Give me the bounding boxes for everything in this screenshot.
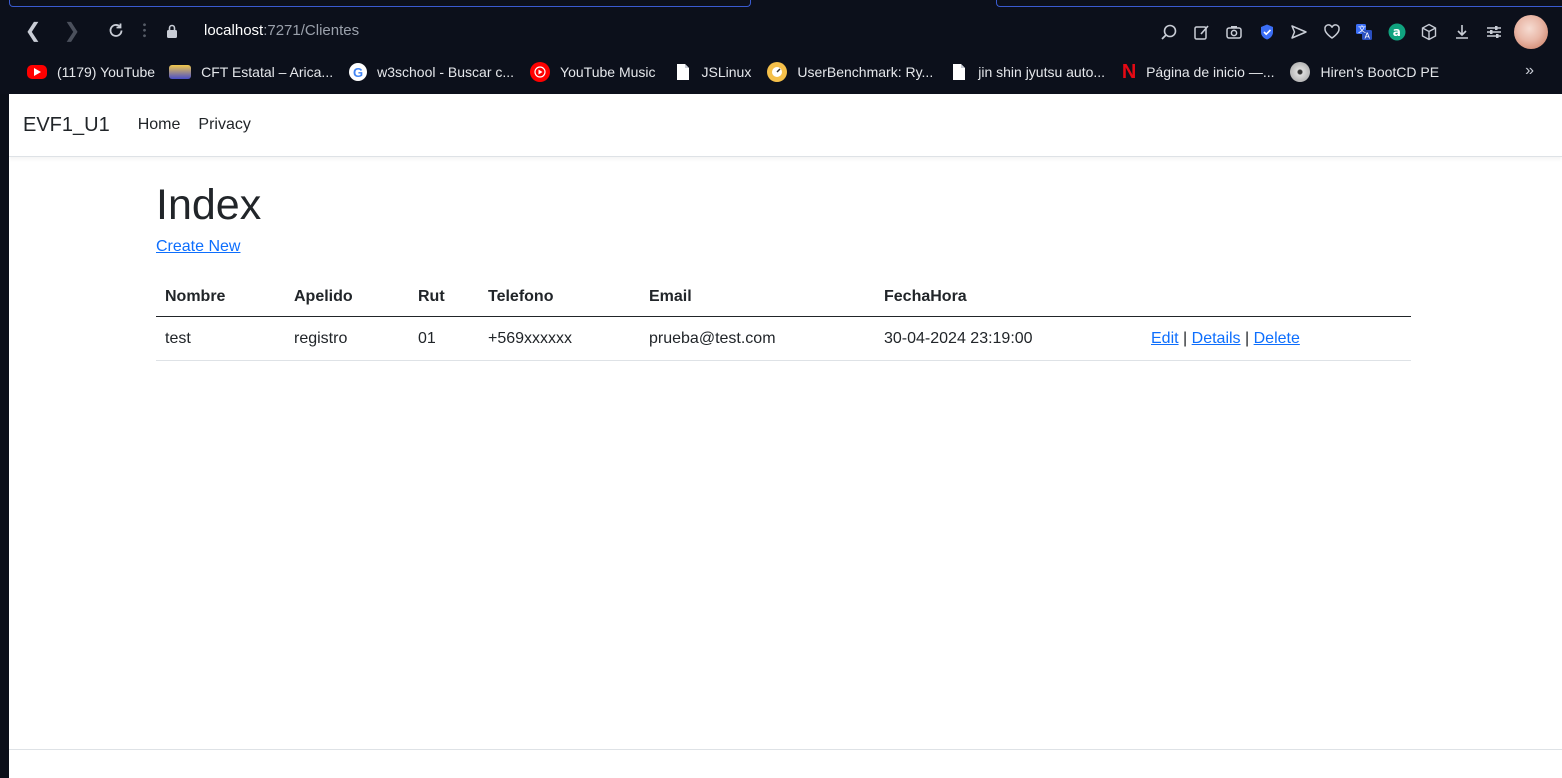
footer-divider: [9, 749, 1562, 750]
url-host: localhost: [204, 22, 264, 39]
translate-icon[interactable]: 文A: [1354, 22, 1374, 42]
tab-outline-right: [996, 0, 1562, 7]
bookmark-cft-estatal[interactable]: CFT Estatal – Arica...: [169, 64, 333, 80]
column-header-rut: Rut: [409, 276, 479, 317]
bookmark-label: w3school - Buscar c...: [377, 64, 515, 80]
nav-link-privacy[interactable]: Privacy: [198, 116, 250, 134]
edit-icon[interactable]: [1192, 22, 1212, 42]
back-button[interactable]: ❮: [19, 17, 47, 45]
action-separator: |: [1183, 330, 1188, 347]
bookmark-userbenchmark[interactable]: UserBenchmark: Ry...: [767, 62, 933, 82]
bookmark-label: UserBenchmark: Ry...: [797, 64, 934, 80]
shield-icon[interactable]: [1257, 22, 1277, 42]
create-new-link[interactable]: Create New: [156, 238, 240, 256]
file-icon: [950, 63, 968, 81]
address-bar-row: ❮ ❯ localhost:7271/Clientes 文 A a: [0, 14, 1562, 49]
page-viewport: EVF1_U1 Home Privacy Index Create New No…: [9, 94, 1562, 778]
google-icon: G: [349, 63, 368, 81]
bookmark-youtube-music[interactable]: YouTube Music: [530, 62, 656, 82]
bookmark-label: jin shin jyutsu auto...: [978, 64, 1106, 80]
url-path: :7271/Clientes: [263, 22, 360, 39]
reload-button[interactable]: [102, 17, 130, 45]
bookmark-label: (1179) YouTube: [57, 64, 156, 80]
cell-rut: 01: [409, 316, 479, 361]
heart-icon[interactable]: [1322, 22, 1342, 42]
lock-icon[interactable]: [166, 24, 178, 38]
bookmark-netflix[interactable]: N Página de inicio —...: [1121, 60, 1275, 83]
file-icon: [674, 63, 692, 81]
cell-nombre: test: [156, 316, 285, 361]
cft-logo-icon: [169, 65, 192, 79]
netflix-icon: N: [1121, 60, 1137, 83]
download-icon[interactable]: [1452, 22, 1472, 42]
app-navbar: EVF1_U1 Home Privacy: [9, 94, 1562, 157]
column-header-apellido: Apelido: [285, 276, 409, 317]
profile-avatar[interactable]: [1514, 15, 1548, 49]
column-header-nombre: Nombre: [156, 276, 285, 317]
edit-link[interactable]: Edit: [1151, 330, 1179, 347]
userbenchmark-icon: [767, 62, 788, 82]
column-header-email: Email: [640, 276, 875, 317]
column-header-fechahora: FechaHora: [875, 276, 1142, 317]
browser-chrome: ❮ ❯ localhost:7271/Clientes 文 A a (1179)…: [0, 0, 1562, 94]
nav-link-home[interactable]: Home: [138, 116, 181, 134]
send-icon[interactable]: [1289, 22, 1309, 42]
bookmark-hirens[interactable]: Hiren's BootCD PE: [1290, 62, 1439, 82]
table-header-row: Nombre Apelido Rut Telefono Email FechaH…: [156, 276, 1411, 317]
bookmark-w3school[interactable]: G w3school - Buscar c...: [349, 63, 514, 81]
bookmark-label: YouTube Music: [560, 64, 656, 80]
youtube-icon: [27, 65, 47, 79]
bookmark-label: Hiren's BootCD PE: [1320, 64, 1440, 80]
cell-fechahora: 30-04-2024 23:19:00: [875, 316, 1142, 361]
bookmark-jslinux[interactable]: JSLinux: [674, 63, 752, 81]
cell-telefono: +569xxxxxx: [479, 316, 640, 361]
delete-link[interactable]: Delete: [1254, 330, 1300, 347]
cd-icon: [1290, 62, 1311, 82]
separator-dots: [143, 22, 146, 38]
column-header-actions: [1142, 276, 1411, 317]
more-bookmarks-icon[interactable]: »: [1525, 62, 1534, 80]
bookmark-label: JSLinux: [701, 64, 752, 80]
column-header-telefono: Telefono: [479, 276, 640, 317]
svg-text:A: A: [1365, 32, 1371, 41]
bookmarks-bar: (1179) YouTube CFT Estatal – Arica... G …: [0, 58, 1562, 86]
details-link[interactable]: Details: [1192, 330, 1241, 347]
camera-icon[interactable]: [1224, 22, 1244, 42]
amazon-assistant-icon[interactable]: a: [1387, 22, 1407, 42]
action-separator: |: [1245, 330, 1250, 347]
forward-button[interactable]: ❯: [58, 17, 86, 45]
cell-actions: Edit | Details | Delete: [1142, 316, 1411, 361]
search-page-icon[interactable]: [1159, 22, 1179, 42]
clientes-table: Nombre Apelido Rut Telefono Email FechaH…: [156, 276, 1411, 361]
reload-icon: [109, 23, 123, 37]
bookmark-youtube[interactable]: (1179) YouTube: [27, 64, 155, 80]
youtube-music-icon: [530, 62, 551, 82]
cell-apellido: registro: [285, 316, 409, 361]
easy-setup-icon[interactable]: [1484, 22, 1504, 42]
bookmark-jin-shin[interactable]: jin shin jyutsu auto...: [950, 63, 1105, 81]
toolbar-icons: 文A a: [1147, 15, 1548, 49]
bookmark-label: CFT Estatal – Arica...: [201, 64, 334, 80]
active-tab-outline: [9, 0, 751, 7]
main-container: Index Create New Nombre Apelido Rut Tele…: [156, 178, 1411, 361]
bookmark-label: Página de inicio —...: [1146, 64, 1275, 80]
page-title: Index: [156, 181, 262, 229]
cell-email: prueba@test.com: [640, 316, 875, 361]
extensions-cube-icon[interactable]: [1419, 22, 1439, 42]
table-row: test registro 01 +569xxxxxx prueba@test.…: [156, 316, 1411, 361]
svg-text:a: a: [1392, 25, 1400, 39]
url-field[interactable]: localhost:7271/Clientes: [204, 22, 359, 39]
navbar-brand[interactable]: EVF1_U1: [23, 114, 110, 137]
